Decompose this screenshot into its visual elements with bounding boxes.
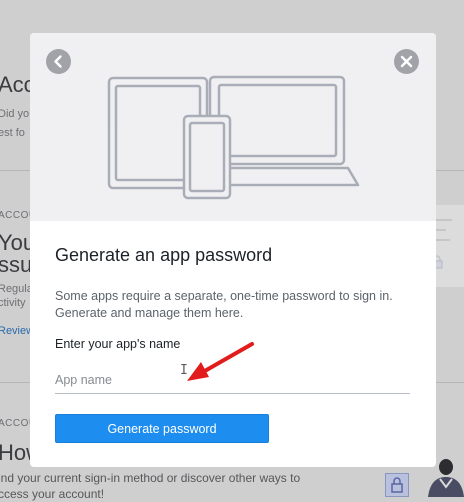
bg-section-1-body-line-2: est fo xyxy=(0,127,25,139)
close-button[interactable] xyxy=(394,49,419,74)
text-cursor-icon: I xyxy=(180,363,188,378)
app-password-dialog: Generate an app password Some apps requi… xyxy=(30,33,436,467)
bg-section-3-body-line-2: ccess your account! xyxy=(0,487,105,501)
bg-section-3-body-line-1: ind your current sign-in method or disco… xyxy=(0,471,301,485)
lock-icon xyxy=(385,473,409,497)
back-button[interactable] xyxy=(46,49,71,74)
bg-section-2-body-line-1: Regula xyxy=(0,283,33,295)
dialog-description: Some apps require a separate, one-time p… xyxy=(55,289,393,320)
generate-password-button[interactable]: Generate password xyxy=(55,414,269,443)
app-name-input[interactable] xyxy=(55,366,410,394)
dialog-hero xyxy=(30,33,436,221)
dialog-title: Generate an app password xyxy=(55,245,273,265)
bg-section-2-body-line-2: ctivity xyxy=(0,297,26,309)
bg-section-1-body-line-1: Did yo xyxy=(0,108,30,120)
bg-review-link[interactable]: Review xyxy=(0,325,34,337)
devices-illustration xyxy=(107,75,360,200)
app-name-label: Enter your app's name xyxy=(55,337,181,351)
chevron-left-icon xyxy=(54,55,62,68)
close-icon xyxy=(400,55,413,68)
